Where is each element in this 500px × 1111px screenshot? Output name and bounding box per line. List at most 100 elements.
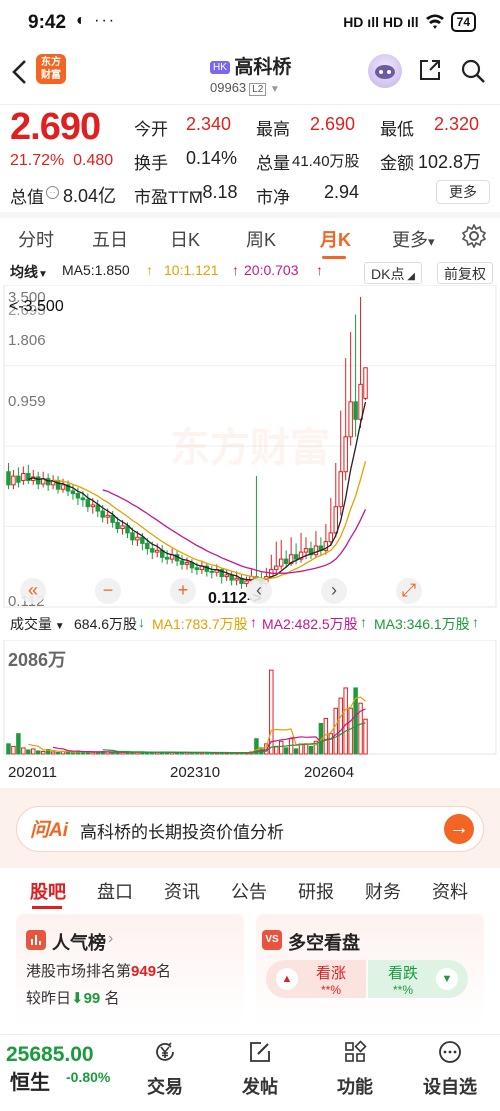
more-quote-button[interactable]: 更多 [436, 180, 490, 204]
chevron-right-icon: › [108, 930, 114, 947]
candle-body-16 [85, 499, 91, 508]
candle-body-44 [224, 574, 229, 578]
expand-icon[interactable]: ⤢ [396, 578, 422, 604]
rewind-icon[interactable]: « [20, 578, 46, 604]
signal-icon: HD ıll HD ıll [343, 14, 419, 30]
tab-weekly[interactable]: 周K [246, 226, 276, 252]
nav-trade[interactable]: 交易 [130, 1040, 200, 1099]
vol-ma2-arrow: ↑ [360, 614, 367, 630]
candle-body-66 [333, 506, 339, 534]
vol-arrow: ↓ [138, 614, 145, 630]
tab-daily[interactable]: 日K [170, 226, 200, 252]
index-value[interactable]: 25685.00 [6, 1043, 94, 1067]
more-circle-icon [439, 1041, 461, 1063]
chevron-left-icon[interactable]: ‹ [246, 578, 272, 604]
volume-type-selector[interactable]: 成交量 ▼ [10, 614, 65, 634]
tab-announcements[interactable]: 公告 [231, 878, 267, 904]
ma20-value: 20:0.703 [244, 262, 299, 278]
stock-name: 高科桥 [234, 57, 292, 78]
share-icon[interactable] [418, 58, 442, 82]
tab-monthly[interactable]: 月K [320, 226, 351, 252]
candle-body-22 [115, 521, 120, 530]
ranking-icon [26, 930, 46, 950]
tab-forum[interactable]: 股吧 [30, 878, 66, 904]
volume-bar-17 [90, 751, 96, 755]
amount-label: 金额 [380, 154, 414, 173]
ai-prompt-text[interactable]: 高科桥的长期投资价值分析 [80, 818, 284, 843]
volume-label: 总量 [256, 154, 290, 173]
candle-body-55 [278, 558, 284, 567]
candle-body-65 [328, 532, 334, 543]
ma-type-selector[interactable]: 均线▼ [10, 262, 48, 282]
tab-five-day[interactable]: 五日 [92, 226, 128, 252]
info-icon[interactable]: ·· [46, 186, 59, 199]
tab-finance[interactable]: 财务 [365, 878, 401, 904]
turnover-value: 0.14% [186, 148, 238, 168]
volume-chart[interactable] [0, 640, 500, 755]
tab-profile[interactable]: 资料 [432, 878, 468, 904]
adjust-button[interactable]: 前复权 [437, 262, 493, 284]
bearish-button[interactable]: 看跌 **% ▼ [368, 960, 468, 998]
zoom-in-icon[interactable]: + [170, 578, 196, 604]
arrow-right-icon[interactable]: → [444, 814, 474, 844]
nav-features[interactable]: 功能 [320, 1040, 390, 1099]
tab-more[interactable]: 更多▾ [392, 226, 435, 252]
market-rank: 港股市场排名第949名 [26, 963, 172, 980]
chart-period-tabs: 分时 五日 日K 周K 月K 更多▾ [0, 218, 500, 259]
candle-body-19 [100, 510, 105, 518]
volume-ma2-line [52, 708, 366, 754]
candle-body-38 [194, 567, 200, 571]
candle-body-27 [140, 536, 145, 544]
search-icon[interactable] [460, 58, 486, 84]
assistant-avatar[interactable] [368, 54, 402, 88]
mktcap-label: 总值 [10, 188, 44, 207]
low-label: 最低 [380, 120, 414, 139]
tab-intraday[interactable]: 分时 [18, 226, 54, 252]
volume-bar-55 [278, 740, 284, 755]
candle-body-2 [16, 475, 21, 483]
candle-body-10 [55, 479, 61, 490]
candle-body-1 [11, 475, 16, 486]
ai-logo: 问Ai [30, 820, 69, 841]
back-icon[interactable] [10, 58, 30, 93]
volume-bar-9 [50, 751, 56, 755]
tab-research[interactable]: 研报 [298, 878, 334, 904]
app-header: 东方 财富 HK 高科桥 09963 L2 ▼ [0, 44, 500, 104]
nav-add-watchlist[interactable]: 设自选 [415, 1040, 485, 1099]
volume-bar-5 [31, 748, 36, 755]
volume-frame [3, 640, 497, 755]
candle-body-0 [6, 471, 11, 486]
gear-icon[interactable] [461, 223, 487, 249]
chevron-right-icon[interactable]: › [321, 578, 347, 604]
candle-body-25 [130, 532, 135, 541]
candle-body-30 [155, 549, 160, 553]
index-name[interactable]: 恒生 [10, 1066, 50, 1095]
volume-bar-2 [16, 733, 21, 755]
nav-post[interactable]: 发帖 [225, 1040, 295, 1099]
x-date-end: 202604 [304, 764, 355, 781]
app-logo[interactable]: 东方 财富 [36, 54, 66, 84]
ma10-value: 10:1.121 [164, 262, 219, 278]
dk-point-button[interactable]: DK点 ◢ [364, 262, 422, 284]
stock-title[interactable]: HK 高科桥 [210, 52, 291, 79]
zoom-out-icon[interactable]: − [95, 578, 121, 604]
status-time: 9:42 [28, 12, 67, 33]
tab-orderbook[interactable]: 盘口 [97, 878, 133, 904]
candle-body-35 [179, 560, 185, 565]
candle-body-32 [164, 556, 170, 560]
index-change: -0.80% [66, 1069, 111, 1085]
arrow-down-icon: ⬇ [71, 990, 84, 1007]
candle-body-72 [363, 367, 368, 399]
vol-ma2: MA2:482.5万股 [262, 616, 358, 632]
popularity-title: 人气榜 [52, 933, 106, 953]
tab-news[interactable]: 资讯 [164, 878, 200, 904]
ma5-arrow: ↑ [146, 262, 153, 278]
candle-body-41 [209, 570, 215, 573]
candle-body-69 [348, 401, 353, 438]
stock-code[interactable]: 09963 L2 ▼ [210, 80, 280, 96]
volume-bar-54 [274, 745, 279, 755]
active-section-indicator [32, 906, 62, 909]
vol-ma3-arrow: ↑ [472, 614, 479, 630]
candle-body-26 [135, 536, 140, 541]
bullish-button[interactable]: ▲ 看涨 **% [266, 960, 366, 998]
